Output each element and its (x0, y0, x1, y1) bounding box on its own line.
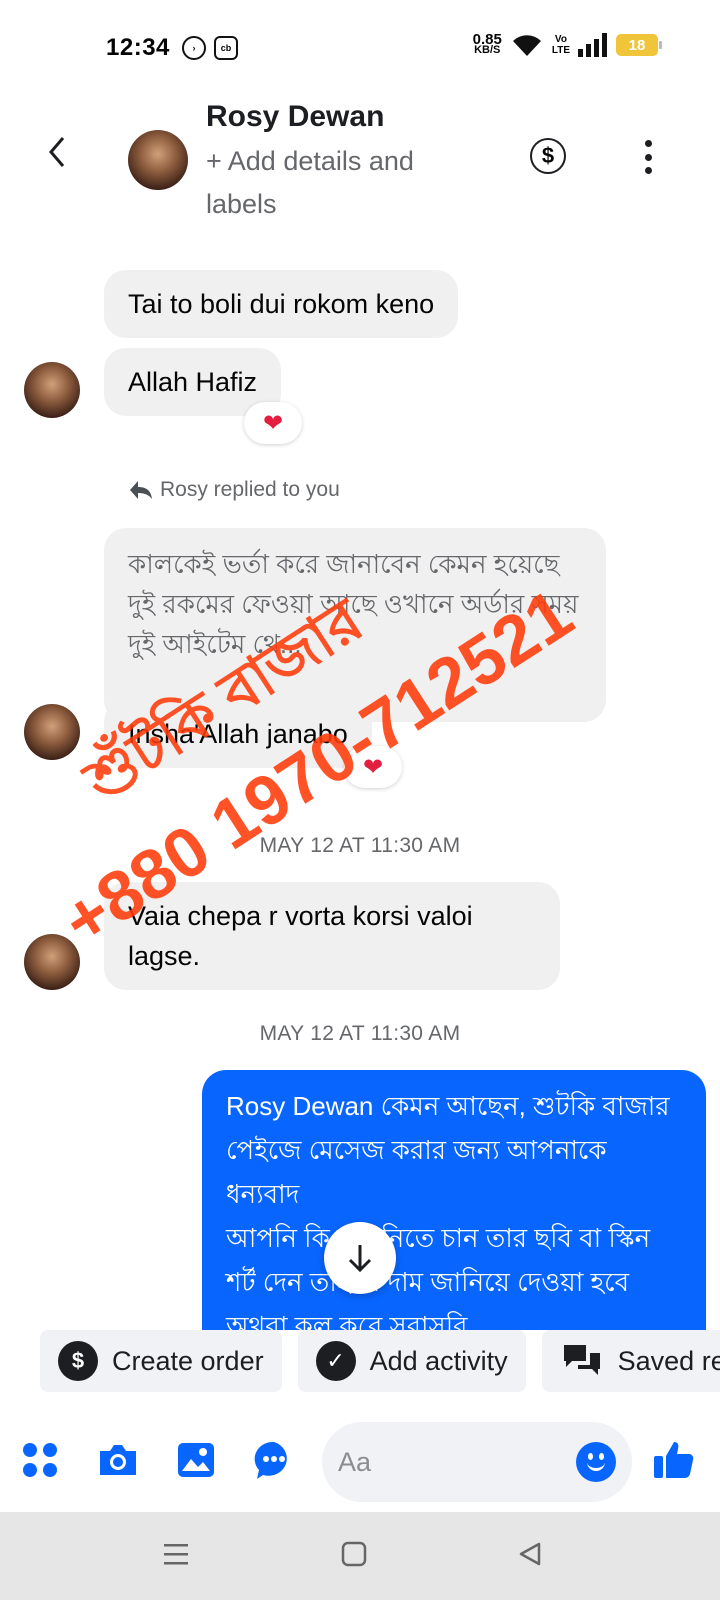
contact-name[interactable]: Rosy Dewan (206, 100, 384, 134)
network-speed-unit: KB/S (474, 44, 501, 56)
heart-reaction[interactable]: ❤ (244, 402, 302, 444)
signal-icon (578, 33, 607, 57)
volte-indicator: Vo LTE (552, 34, 570, 56)
apps-menu-button[interactable] (18, 1438, 62, 1482)
chat-bubbles-icon (563, 1345, 600, 1375)
create-order-button[interactable]: $ Create order (40, 1330, 282, 1392)
app-notification-icon: cb (214, 36, 238, 60)
create-order-label: Create order (112, 1345, 264, 1376)
four-dots-icon (23, 1443, 57, 1477)
status-right-cluster: 0.85 KB/S Vo LTE 18 (473, 32, 662, 58)
thumbs-up-icon (654, 1442, 694, 1478)
volte-bottom: LTE (551, 45, 570, 56)
message-input-placeholder: Aa (338, 1446, 372, 1477)
message-bubble-incoming[interactable]: Vaia chepa r vorta korsi valoi lagse. (104, 882, 560, 990)
message-composer: Aa (0, 1412, 720, 1512)
smiley-icon (587, 1461, 605, 1471)
checkmark-icon: ✓ (315, 1341, 356, 1381)
contact-avatar[interactable] (128, 130, 188, 190)
quoted-message[interactable]: কালকেই ভর্তা করে জানাবেন কেমন হয়েছে দুই… (104, 528, 606, 722)
dollar-icon: $ (58, 1341, 98, 1381)
sender-avatar[interactable] (24, 704, 80, 760)
chat-header: Rosy Dewan + Add details and labels $ (0, 90, 720, 230)
scroll-to-bottom-button[interactable] (324, 1222, 396, 1294)
status-bar: 12:34 › cb 0.85 KB/S Vo LTE 18 (0, 0, 720, 90)
emoji-button[interactable] (576, 1442, 616, 1482)
back-button[interactable] (40, 132, 74, 172)
timestamp: MAY 12 AT 11:30 AM (259, 834, 461, 857)
triangle-back-icon (519, 1542, 541, 1566)
image-icon (178, 1443, 214, 1477)
chat-options-button[interactable] (252, 1438, 296, 1482)
saved-replies-button[interactable]: Saved replies (541, 1330, 720, 1392)
outgoing-text: Rosy Dewan কেমন আছেন, শুটকি বাজার পেইজে … (226, 1091, 670, 1330)
message-bubble-outgoing[interactable]: Rosy Dewan কেমন আছেন, শুটকি বাজার পেইজে … (202, 1070, 706, 1330)
recent-apps-button[interactable] (156, 1534, 196, 1574)
arrow-down-icon (348, 1245, 372, 1273)
menu-lines-icon (164, 1544, 188, 1565)
sender-avatar[interactable] (24, 934, 80, 990)
dollar-circle-icon: $ (541, 143, 555, 168)
quick-actions-bar: $ Create order ✓ Add activity Saved repl… (40, 1330, 720, 1396)
wifi-icon (512, 35, 541, 56)
add-details-link[interactable]: + Add details and labels (206, 140, 476, 226)
timestamp: MAY 12 AT 11:30 AM (259, 1022, 461, 1045)
volte-top: Vo (554, 34, 567, 45)
chevron-left-icon (49, 137, 65, 167)
message-bubble-incoming[interactable]: Tai to boli dui rokom keno (104, 270, 459, 338)
square-icon (341, 1541, 367, 1567)
like-button[interactable] (652, 1438, 696, 1482)
add-activity-label: Add activity (369, 1345, 508, 1376)
home-button[interactable] (334, 1534, 374, 1574)
message-dots-icon (254, 1441, 287, 1479)
gallery-button[interactable] (174, 1438, 218, 1482)
messenger-chat-screen: 12:34 › cb 0.85 KB/S Vo LTE 18 Rosy Dewa… (0, 0, 720, 1600)
more-options-button[interactable] (640, 140, 656, 174)
reply-label-text: Rosy replied to you (160, 478, 340, 501)
add-activity-button[interactable]: ✓ Add activity (297, 1330, 526, 1392)
saved-replies-label: Saved replies (617, 1345, 720, 1376)
data-saver-icon: › (182, 36, 206, 60)
payment-button[interactable]: $ (530, 138, 566, 174)
system-back-button[interactable] (510, 1534, 550, 1574)
reply-arrow-icon (130, 481, 152, 499)
message-input[interactable]: Aa (322, 1422, 632, 1502)
network-speed: 0.85 KB/S (473, 32, 502, 56)
heart-reaction[interactable]: ❤ (344, 746, 402, 788)
camera-icon (100, 1445, 136, 1475)
reply-indicator: Rosy replied to you (128, 478, 340, 502)
status-notification-icons: › cb (182, 36, 238, 60)
sender-avatar[interactable] (24, 362, 80, 418)
camera-button[interactable] (96, 1438, 140, 1482)
vertical-dots-icon (644, 140, 652, 147)
battery-indicator: 18 (616, 34, 662, 56)
status-time: 12:34 (106, 34, 170, 61)
system-navigation-bar (0, 1512, 720, 1600)
message-bubble-incoming[interactable]: Insha'Allah janabo (104, 700, 372, 768)
